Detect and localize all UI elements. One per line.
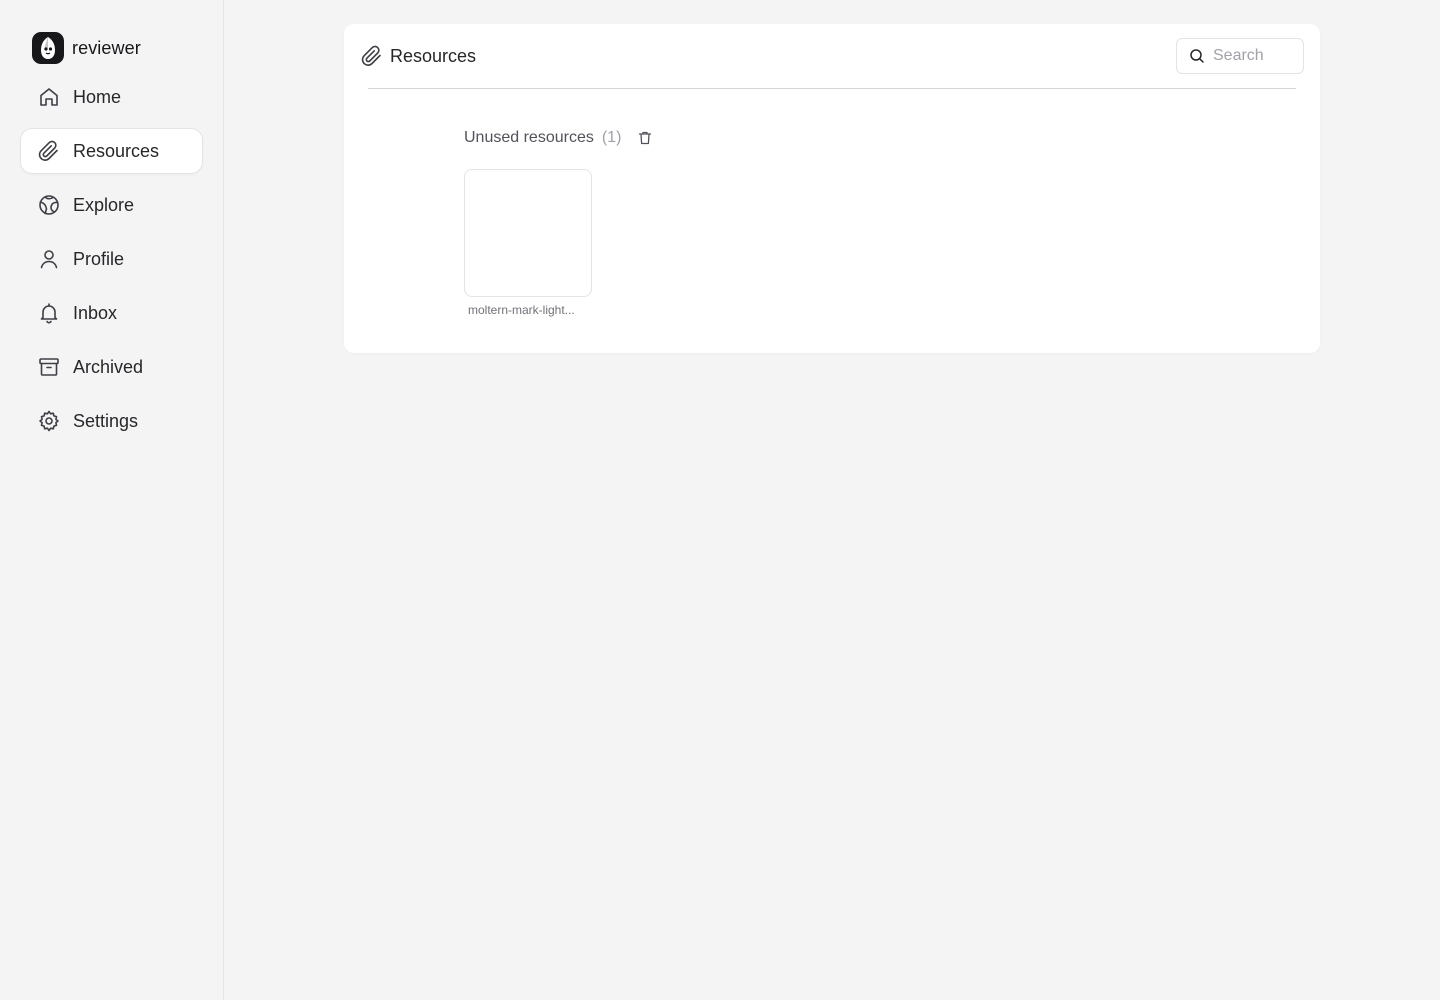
sidebar-item-inbox[interactable]: Inbox — [20, 290, 203, 336]
bell-icon — [40, 303, 58, 324]
sidebar-item-label: Profile — [73, 248, 125, 269]
user-name: reviewer — [72, 37, 141, 58]
unused-resources-heading: Unused resources (1) — [464, 126, 653, 150]
search-input[interactable] — [1213, 47, 1293, 65]
paperclip-icon — [361, 45, 381, 66]
home-icon — [40, 88, 58, 106]
sidebar-item-label: Resources — [73, 140, 160, 161]
resources-card: Resources Unused resources (1) moltern-m… — [344, 24, 1320, 353]
search-box[interactable] — [1176, 38, 1304, 74]
search-icon — [1190, 49, 1204, 63]
paperclip-icon — [38, 140, 58, 161]
sidebar-item-label: Explore — [73, 194, 135, 215]
gear-icon — [39, 410, 59, 432]
sidebar-item-label: Home — [73, 86, 122, 107]
avatar-mascot-icon — [41, 37, 55, 59]
sidebar-item-home[interactable]: Home — [20, 74, 203, 120]
unused-resources-count: (1) — [601, 129, 622, 146]
resource-filename: moltern-mark-light... — [468, 303, 575, 317]
sidebar-item-archived[interactable]: Archived — [20, 344, 203, 390]
resource-thumbnail[interactable] — [464, 169, 592, 297]
page-title: Resources — [360, 44, 476, 68]
sidebar: reviewer Home Resources Explore Profile … — [0, 0, 224, 1000]
globe-icon — [39, 195, 59, 215]
user-menu[interactable]: reviewer — [32, 32, 203, 64]
unused-resources-label: Unused resources — [464, 129, 594, 146]
page-title-text: Resources — [390, 45, 477, 66]
delete-unused-button[interactable] — [637, 130, 653, 146]
sidebar-nav: Home Resources Explore Profile Inbox Arc… — [20, 74, 203, 444]
trash-icon — [639, 131, 652, 145]
resource-tile[interactable]: moltern-mark-light... — [464, 169, 592, 317]
sidebar-item-label: Settings — [73, 410, 139, 431]
sidebar-item-profile[interactable]: Profile — [20, 236, 203, 282]
sidebar-item-explore[interactable]: Explore — [20, 182, 203, 228]
archive-icon — [39, 358, 59, 376]
sidebar-item-label: Inbox — [73, 302, 118, 323]
sidebar-item-label: Archived — [73, 356, 144, 377]
sidebar-item-resources[interactable]: Resources — [20, 128, 203, 174]
header-divider — [368, 88, 1296, 89]
user-icon — [40, 250, 58, 269]
avatar — [32, 32, 64, 64]
sidebar-item-settings[interactable]: Settings — [20, 398, 203, 444]
card-header: Resources — [360, 38, 1304, 74]
